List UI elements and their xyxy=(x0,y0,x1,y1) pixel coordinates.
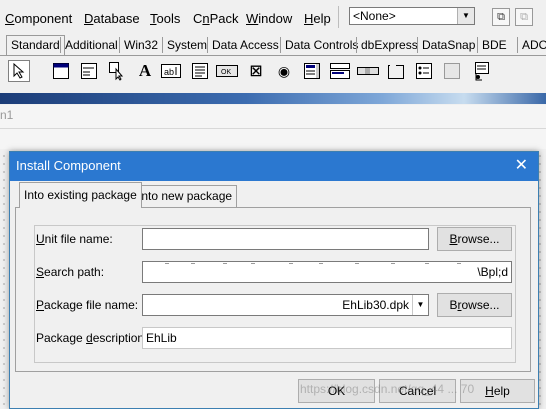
save-desktop-icon[interactable]: ⧉ xyxy=(492,8,510,26)
menu-help[interactable]: Help xyxy=(304,10,331,28)
scrollbar-icon[interactable] xyxy=(357,60,379,82)
install-component-dialog: Install Component ✕ Into existing packag… xyxy=(9,151,539,409)
popup-menu-icon[interactable] xyxy=(106,60,128,82)
menu-component[interactable]: Component xyxy=(5,10,72,28)
chevron-down-icon[interactable]: ▼ xyxy=(412,295,428,315)
menu-cnpack[interactable]: CnPack xyxy=(193,10,239,28)
radiogroup-icon[interactable] xyxy=(413,60,435,82)
dialog-titlebar: Install Component ✕ xyxy=(10,152,538,181)
panel-icon[interactable] xyxy=(441,60,463,82)
tab-data-access[interactable]: Data Access xyxy=(207,37,279,53)
menu-separator xyxy=(338,6,339,28)
package-description-label: Package description: xyxy=(36,331,148,345)
combobox-icon[interactable] xyxy=(329,60,351,82)
checkbox-icon[interactable]: ☒ xyxy=(245,60,267,82)
form-separator xyxy=(0,128,546,129)
desktop-layout-combo[interactable]: <None> ▼ xyxy=(349,7,475,25)
package-description-value: EhLib xyxy=(146,331,177,345)
button-icon[interactable]: OK xyxy=(216,60,238,82)
tab-into-new-package[interactable]: Into new package xyxy=(133,185,238,207)
frame-icon[interactable] xyxy=(50,60,72,82)
unit-file-label: Unit file name: xyxy=(36,232,113,246)
actionlist-icon[interactable] xyxy=(471,60,493,82)
tab-ado[interactable]: ADO xyxy=(517,37,546,53)
set-debug-desktop-icon[interactable]: ⧉ xyxy=(515,8,533,26)
tab-into-existing-package[interactable]: Into existing package xyxy=(19,182,142,208)
tab-data-controls[interactable]: Data Controls xyxy=(280,37,358,53)
package-file-combo[interactable]: EhLib30.dpk ▼ xyxy=(142,294,429,316)
main-menu-icon[interactable] xyxy=(78,60,100,82)
desktop-layout-value: <None> xyxy=(353,9,396,23)
groupbox-icon[interactable] xyxy=(385,60,407,82)
tab-system[interactable]: System xyxy=(162,37,207,53)
watermark: https://blog.csdn.net/qq_44 ... 70 xyxy=(300,382,475,396)
search-path-input[interactable]: \Bpl;d xyxy=(142,261,512,283)
package-file-value: EhLib30.dpk xyxy=(342,298,409,312)
edit-icon[interactable]: ab xyxy=(160,60,182,82)
dialog-title: Install Component xyxy=(16,158,121,173)
tab-additional[interactable]: Additional xyxy=(60,37,118,53)
unit-file-input[interactable] xyxy=(142,228,429,250)
search-path-value: \Bpl;d xyxy=(477,265,508,279)
component-palette: A ab OK ☒ ◉ xyxy=(0,55,546,92)
radiobutton-icon[interactable]: ◉ xyxy=(273,60,295,82)
svg-text:ab: ab xyxy=(164,67,174,77)
listbox-icon[interactable] xyxy=(301,60,323,82)
menu-window[interactable]: Window xyxy=(246,10,292,28)
form-caption: n1 xyxy=(0,108,14,122)
palette-tabs: Standard Additional Win32 System Data Ac… xyxy=(0,35,546,56)
chevron-down-icon[interactable]: ▼ xyxy=(457,8,474,24)
browse-package-button[interactable]: Browse... xyxy=(437,293,512,317)
close-icon[interactable]: ✕ xyxy=(515,156,528,176)
search-path-label: Search path: xyxy=(36,265,105,279)
package-file-label: Package file name: xyxy=(36,298,139,312)
pointer-icon[interactable] xyxy=(8,60,30,82)
package-description-input[interactable]: EhLib xyxy=(142,327,512,349)
tab-win32[interactable]: Win32 xyxy=(119,37,158,53)
tab-dbexpress[interactable]: dbExpress xyxy=(356,37,418,53)
tab-bde[interactable]: BDE xyxy=(477,37,507,53)
browse-unit-button[interactable]: Browse... xyxy=(437,227,512,251)
menu-bar: Component Database Tools CnPack Window H… xyxy=(0,0,546,36)
tab-datasnap[interactable]: DataSnap xyxy=(417,37,475,53)
title-stripe xyxy=(0,93,546,104)
memo-icon[interactable] xyxy=(189,60,211,82)
form-header xyxy=(0,105,546,149)
menu-tools[interactable]: Tools xyxy=(150,10,180,28)
label-icon[interactable]: A xyxy=(134,60,156,82)
tab-standard[interactable]: Standard xyxy=(6,35,65,56)
menu-database[interactable]: Database xyxy=(84,10,140,28)
svg-text:OK: OK xyxy=(221,69,231,76)
